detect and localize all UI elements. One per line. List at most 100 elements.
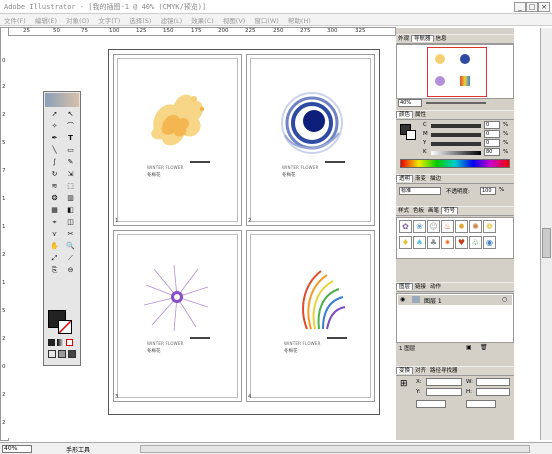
menu-filter[interactable]: 滤镜(L): [156, 14, 187, 25]
page-tool-icon[interactable]: ⎘: [47, 265, 62, 276]
channel-k-value[interactable]: 80: [484, 148, 500, 156]
eye-icon[interactable]: ◉: [400, 296, 405, 303]
tab-info[interactable]: 信息: [434, 36, 449, 42]
symbol-sun-icon[interactable]: ✹: [455, 220, 468, 233]
knife-tool-icon[interactable]: ⟋: [63, 253, 78, 264]
mesh-tool-icon[interactable]: ▦: [47, 205, 62, 216]
artboard-1[interactable]: WINTER FLOWER 冬梅花 1: [113, 54, 242, 226]
menu-type[interactable]: 文字(T): [94, 14, 125, 25]
menu-select[interactable]: 选择(S): [125, 14, 156, 25]
rotate-field[interactable]: [416, 400, 446, 408]
navigator-zoom-slider[interactable]: [426, 102, 486, 104]
symbol-flower-icon[interactable]: ❁: [483, 220, 496, 233]
symbol-flame-icon[interactable]: ♨: [441, 220, 454, 233]
tab-layers[interactable]: 图层: [396, 283, 414, 290]
symbol-tree-icon[interactable]: ♧: [469, 236, 482, 249]
symbol-burst-icon[interactable]: ✷: [441, 236, 454, 249]
navigator-view-box[interactable]: [427, 47, 487, 97]
new-layer-icon[interactable]: ▣: [466, 344, 472, 351]
navigator-preview[interactable]: [396, 44, 514, 99]
warp-tool-icon[interactable]: ≋: [47, 181, 62, 192]
tab-color[interactable]: 颜色: [396, 111, 414, 118]
tab-align[interactable]: 对齐: [413, 368, 428, 374]
opacity-field[interactable]: 100: [480, 187, 496, 195]
tab-swatches[interactable]: 色板: [411, 208, 426, 214]
paintbrush-tool-icon[interactable]: ∫: [47, 157, 62, 168]
current-tool-label[interactable]: 手形工具: [66, 445, 90, 454]
w-field[interactable]: [476, 378, 510, 386]
zoom-tool-icon[interactable]: 🔍: [63, 241, 78, 252]
tab-brushes[interactable]: 画笔: [426, 208, 441, 214]
screen-mode-full-menu-icon[interactable]: [58, 350, 66, 358]
symbol-mask-icon[interactable]: ☺: [427, 220, 440, 233]
tab-appearance[interactable]: 外观: [396, 36, 411, 42]
rectangle-tool-icon[interactable]: ▭: [63, 145, 78, 156]
symbol-bulb-icon[interactable]: ♦: [399, 236, 412, 249]
artboard-3[interactable]: WINTER FLOWER 冬梅花 3: [113, 230, 242, 402]
free-transform-tool-icon[interactable]: ⬚: [63, 181, 78, 192]
pencil-tool-icon[interactable]: ✎: [63, 157, 78, 168]
channel-k-slider[interactable]: [431, 151, 481, 155]
gradient-tool-icon[interactable]: ◧: [63, 205, 78, 216]
menu-edit[interactable]: 编辑(E): [31, 14, 62, 25]
vertical-scrollbar[interactable]: [540, 28, 552, 440]
channel-m-value[interactable]: 0: [484, 130, 500, 138]
tab-pathfinder[interactable]: 路径寻找器: [428, 368, 460, 374]
scrollbar-thumb[interactable]: [542, 228, 551, 258]
menu-effect[interactable]: 效果(C): [187, 14, 219, 25]
slice-tool-icon[interactable]: ⋎: [47, 229, 62, 240]
screen-mode-normal-icon[interactable]: [48, 350, 56, 358]
minimize-button[interactable]: _: [514, 2, 526, 12]
artboard-4[interactable]: WINTER FLOWER 冬梅花 4: [246, 230, 375, 402]
tab-gradient[interactable]: 渐变: [413, 176, 428, 182]
zoom-out-icon[interactable]: ⊖: [63, 265, 78, 276]
tab-attributes[interactable]: 属性: [413, 112, 428, 118]
artboard-2[interactable]: WINTER FLOWER 冬梅花 2: [246, 54, 375, 226]
menu-view[interactable]: 视图(V): [219, 14, 251, 25]
scissors-tool-icon[interactable]: ✂: [63, 229, 78, 240]
trash-icon[interactable]: 🗑: [480, 344, 488, 351]
target-icon[interactable]: ○: [502, 296, 507, 303]
channel-y-value[interactable]: 0: [484, 139, 500, 147]
menu-object[interactable]: 对象(O): [62, 14, 94, 25]
tab-links[interactable]: 链接: [413, 284, 428, 290]
hand-tool-icon[interactable]: ✋: [47, 241, 62, 252]
h-field[interactable]: [476, 388, 510, 396]
adobe-logo-icon[interactable]: [45, 93, 79, 107]
channel-y-slider[interactable]: [431, 142, 481, 146]
symbol-heart-icon[interactable]: ♥: [455, 236, 468, 249]
symbol-sprayer-tool-icon[interactable]: ❂: [47, 193, 62, 204]
screen-mode-full-icon[interactable]: [68, 350, 76, 358]
maximize-button[interactable]: □: [526, 2, 538, 12]
menu-help[interactable]: 帮助(H): [284, 14, 316, 25]
symbol-leaf-icon[interactable]: ❀: [413, 220, 426, 233]
direct-selection-tool-icon[interactable]: ↖: [63, 109, 78, 120]
symbol-feather-icon[interactable]: ♣: [427, 236, 440, 249]
line-tool-icon[interactable]: ╲: [47, 145, 62, 156]
channel-m-slider[interactable]: [431, 133, 481, 137]
color-stroke-swatch[interactable]: [406, 130, 416, 140]
measure-tool-icon[interactable]: ⤢: [47, 253, 62, 264]
tab-navigator[interactable]: 导航器: [411, 35, 434, 42]
blend-tool-icon[interactable]: ◫: [63, 217, 78, 228]
eyedropper-tool-icon[interactable]: ⌖: [47, 217, 62, 228]
tab-styles[interactable]: 样式: [396, 208, 411, 214]
tab-transform[interactable]: 变换: [396, 367, 414, 374]
tab-stroke[interactable]: 描边: [428, 176, 443, 182]
scale-tool-icon[interactable]: ⇲: [63, 169, 78, 180]
tab-actions[interactable]: 动作: [428, 284, 443, 290]
horizontal-scrollbar[interactable]: [140, 445, 530, 453]
selection-tool-icon[interactable]: ➚: [47, 109, 62, 120]
magic-wand-tool-icon[interactable]: ✧: [47, 121, 62, 132]
menu-window[interactable]: 窗口(W): [250, 14, 284, 25]
none-mode-icon[interactable]: [66, 339, 73, 346]
stroke-swatch[interactable]: [58, 320, 72, 334]
y-field[interactable]: [426, 388, 462, 396]
pen-tool-icon[interactable]: ✒: [47, 133, 62, 144]
tab-transparency[interactable]: 透明: [396, 175, 414, 182]
x-field[interactable]: [426, 378, 462, 386]
reference-point-icon[interactable]: ⊞: [400, 379, 408, 389]
color-spectrum-bar[interactable]: [400, 159, 510, 168]
channel-c-slider[interactable]: [431, 124, 481, 128]
symbol-drop-icon[interactable]: ♠: [413, 236, 426, 249]
